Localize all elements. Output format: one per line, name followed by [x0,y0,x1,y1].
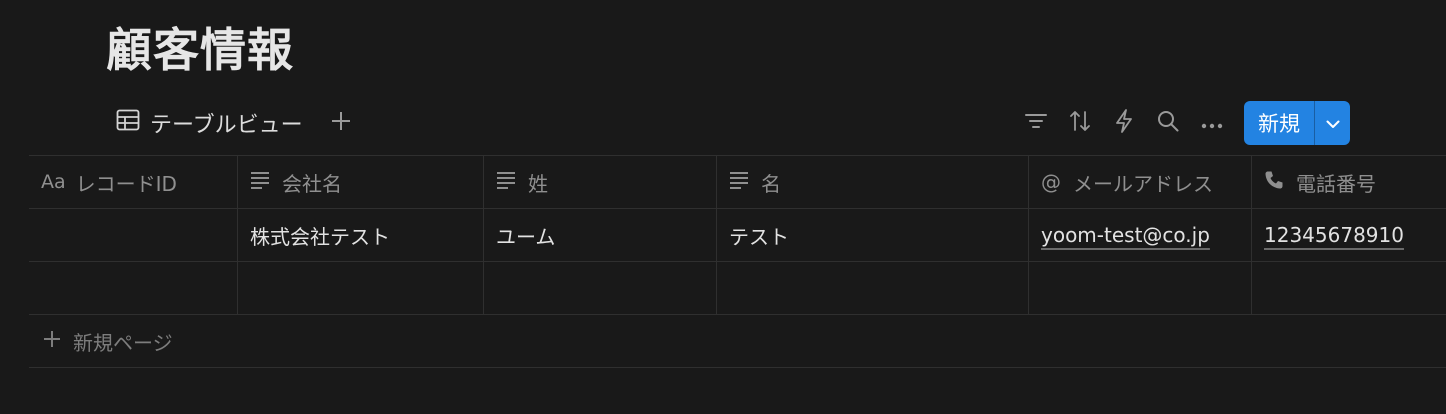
tab-table-view[interactable]: テーブルビュー [116,101,303,145]
column-header-company[interactable]: 会社名 [238,156,484,208]
column-header-label: 電話番号 [1296,171,1376,196]
plus-icon [331,111,351,135]
plus-icon [43,329,61,353]
column-header-first-name[interactable]: 名 [717,156,1029,208]
more-button[interactable] [1190,101,1234,145]
tab-table-view-label: テーブルビュー [150,113,303,138]
database-table: Aa レコードID 会社名 姓 名 @ メールアドレス 電話番号 株式会社テスト… [29,155,1446,368]
automation-icon [1115,109,1133,137]
table-row[interactable] [29,262,1446,315]
new-button-group: 新規 [1244,101,1350,145]
text-lines-icon [729,170,749,194]
filter-icon [1025,112,1047,134]
table-row[interactable]: 株式会社テスト ユーム テスト yoom-test@co.jp 12345678… [29,209,1446,262]
cell-email[interactable] [1029,262,1252,314]
cell-phone[interactable]: 12345678910 [1252,209,1446,261]
cell-company[interactable]: 株式会社テスト [238,209,484,261]
sort-button[interactable] [1058,101,1102,145]
cell-last-name[interactable]: ユーム [484,209,717,261]
cell-record-id[interactable] [29,262,238,314]
table-header-row: Aa レコードID 会社名 姓 名 @ メールアドレス 電話番号 [29,156,1446,209]
column-header-label: メールアドレス [1073,171,1213,196]
column-header-email[interactable]: @ メールアドレス [1029,156,1252,208]
cell-company[interactable] [238,262,484,314]
chevron-down-icon [1326,114,1340,133]
new-options-button[interactable] [1314,101,1350,145]
add-view-button[interactable] [328,101,354,145]
column-header-label: レコードID [75,171,177,196]
column-header-phone[interactable]: 電話番号 [1252,156,1446,208]
sort-icon [1069,110,1091,136]
email-link[interactable]: yoom-test@co.jp [1041,223,1210,247]
new-page-button[interactable]: 新規ページ [29,315,1446,368]
cell-record-id[interactable] [29,209,238,261]
new-button[interactable]: 新規 [1244,101,1314,145]
table-icon [116,109,140,137]
phone-icon [1264,170,1284,195]
column-header-last-name[interactable]: 姓 [484,156,717,208]
phone-link[interactable]: 12345678910 [1264,223,1404,247]
cell-first-name[interactable]: テスト [717,209,1029,261]
text-lines-icon [496,170,516,194]
filter-button[interactable] [1014,101,1058,145]
column-header-label: 姓 [528,171,548,196]
more-icon [1201,114,1223,133]
cell-last-name[interactable] [484,262,717,314]
text-lines-icon [250,170,270,194]
cell-phone[interactable] [1252,262,1446,314]
database-toolbar: 新規 [1014,101,1350,145]
cell-email[interactable]: yoom-test@co.jp [1029,209,1252,261]
page-title[interactable]: 顧客情報 [106,20,294,80]
database-page: 顧客情報 テーブルビュー 新規 Aa レコードID 会社名 姓 名 @ メールア… [0,0,1446,414]
new-page-label: 新規ページ [73,330,173,355]
search-icon [1157,110,1179,136]
automation-button[interactable] [1102,101,1146,145]
view-bar: テーブルビュー 新規 [106,101,1350,145]
title-icon: Aa [41,171,66,193]
search-button[interactable] [1146,101,1190,145]
at-icon: @ [1041,170,1061,194]
column-header-record-id[interactable]: Aa レコードID [29,156,238,208]
column-header-label: 名 [761,171,781,196]
column-header-label: 会社名 [282,171,342,196]
cell-first-name[interactable] [717,262,1029,314]
